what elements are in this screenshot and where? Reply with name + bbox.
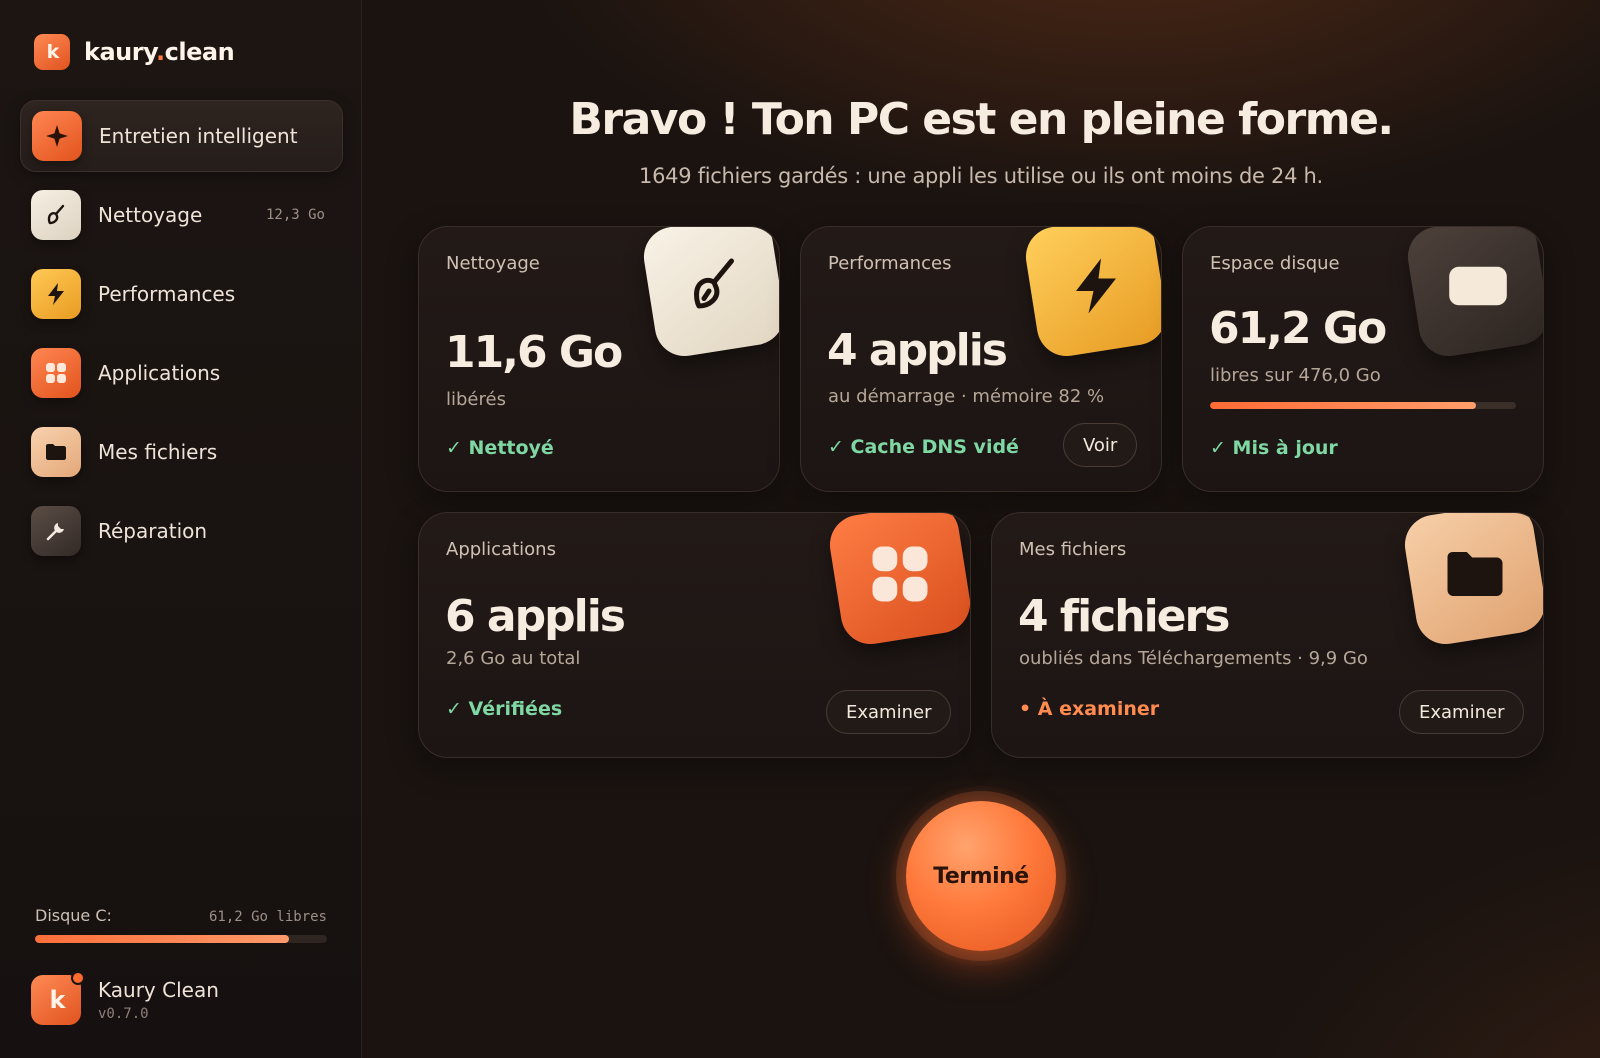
- brush-icon: [639, 227, 779, 361]
- sidebar-item-label: Entretien intelligent: [99, 124, 298, 148]
- sidebar-item-label: Nettoyage: [98, 203, 203, 227]
- notification-dot-icon: [71, 971, 85, 985]
- sidebar-item-performances[interactable]: Performances: [20, 258, 343, 330]
- disk-usage-bar: [35, 935, 327, 943]
- card-subtitle: oubliés dans Téléchargements · 9,9 Go: [1019, 648, 1368, 669]
- sidebar-item-entretien-intelligent[interactable]: Entretien intelligent: [20, 100, 343, 172]
- page-title: Bravo ! Ton PC est en pleine forme.: [569, 94, 1394, 145]
- disk-space-bar: [1210, 402, 1516, 409]
- app-name: Kaury Clean: [98, 978, 219, 1002]
- done-button[interactable]: Terminé: [906, 801, 1056, 951]
- done-button-glow: Terminé: [891, 786, 1071, 966]
- brand-logo-icon: k: [34, 34, 70, 70]
- disk-space-fill: [1210, 402, 1477, 409]
- apps-grid-icon: [825, 513, 970, 649]
- card-value: 4 applis: [827, 325, 1008, 376]
- sidebar-item-mes-fichiers[interactable]: Mes fichiers: [20, 416, 343, 488]
- card-value: 6 applis: [445, 591, 626, 642]
- app-window: k kaury.clean Entretien intelligent Nett…: [0, 0, 1600, 1058]
- brand: k kaury.clean: [34, 34, 235, 70]
- disk-free-value: 61,2 Go libres: [208, 909, 327, 925]
- apps-grid-icon: [31, 348, 81, 398]
- card-value: 61,2 Go: [1209, 303, 1387, 354]
- main-content: Bravo ! Ton PC est en pleine forme. 1649…: [362, 0, 1600, 1058]
- card-title: Applications: [446, 539, 556, 560]
- sidebar-item-label: Applications: [98, 361, 221, 385]
- card-value: 4 fichiers: [1018, 591, 1230, 642]
- card-title: Performances: [828, 253, 952, 274]
- status-badge: ✓ Cache DNS vidé: [828, 436, 1019, 458]
- disk-icon: [1403, 227, 1543, 361]
- bolt-icon: [1021, 227, 1161, 361]
- sidebar: k kaury.clean Entretien intelligent Nett…: [0, 0, 362, 1058]
- card-title: Espace disque: [1210, 253, 1340, 274]
- status-badge: • À examiner: [1019, 698, 1160, 720]
- sidebar-nav: Entretien intelligent Nettoyage 12,3 Go …: [20, 100, 343, 574]
- sidebar-item-reparation[interactable]: Réparation: [20, 495, 343, 567]
- sidebar-item-nettoyage[interactable]: Nettoyage 12,3 Go: [20, 179, 343, 251]
- card-subtitle: au démarrage · mémoire 82 %: [828, 386, 1105, 407]
- status-badge: ✓ Mis à jour: [1210, 437, 1338, 459]
- page-subtitle: 1649 fichiers gardés : une appli les uti…: [639, 164, 1323, 188]
- card-applications: Applications 6 applis 2,6 Go au total ✓ …: [418, 512, 971, 758]
- card-cleaning: Nettoyage 11,6 Go libérés ✓ Nettoyé: [418, 226, 780, 492]
- cleanable-size-badge: 12,3 Go: [265, 207, 325, 223]
- sidebar-item-applications[interactable]: Applications: [20, 337, 343, 409]
- status-badge: ✓ Nettoyé: [446, 437, 554, 459]
- sidebar-item-label: Mes fichiers: [98, 440, 218, 464]
- card-value: 11,6 Go: [445, 327, 623, 378]
- bolt-icon: [31, 269, 81, 319]
- disk-usage: Disque C: 61,2 Go libres: [35, 906, 327, 943]
- folder-icon: [31, 427, 81, 477]
- examine-files-button[interactable]: Examiner: [1399, 690, 1525, 734]
- card-subtitle: libres sur 476,0 Go: [1210, 365, 1381, 386]
- view-button[interactable]: Voir: [1063, 423, 1138, 467]
- app-version: v0.7.0: [98, 1006, 149, 1022]
- brush-icon: [31, 190, 81, 240]
- card-my-files: Mes fichiers 4 fichiers oubliés dans Tél…: [991, 512, 1544, 758]
- card-subtitle: 2,6 Go au total: [446, 648, 581, 669]
- app-profile[interactable]: k Kaury Clean v0.7.0: [31, 971, 219, 1025]
- card-disk-space: Espace disque 61,2 Go libres sur 476,0 G…: [1182, 226, 1544, 492]
- avatar: k: [31, 971, 85, 1025]
- sparkle-icon: [32, 111, 82, 161]
- card-title: Mes fichiers: [1019, 539, 1127, 560]
- card-title: Nettoyage: [446, 253, 540, 274]
- card-performance: Performances 4 applis au démarrage · mém…: [800, 226, 1162, 492]
- sidebar-item-label: Performances: [98, 282, 236, 306]
- disk-usage-fill: [35, 935, 290, 943]
- brand-name: kaury.clean: [84, 38, 235, 66]
- examine-apps-button[interactable]: Examiner: [826, 690, 952, 734]
- folder-icon: [1400, 513, 1543, 649]
- wrench-icon: [31, 506, 81, 556]
- disk-label: Disque C:: [35, 906, 112, 925]
- card-subtitle: libérés: [446, 389, 506, 410]
- status-badge: ✓ Vérifiées: [446, 698, 563, 720]
- sidebar-item-label: Réparation: [98, 519, 208, 543]
